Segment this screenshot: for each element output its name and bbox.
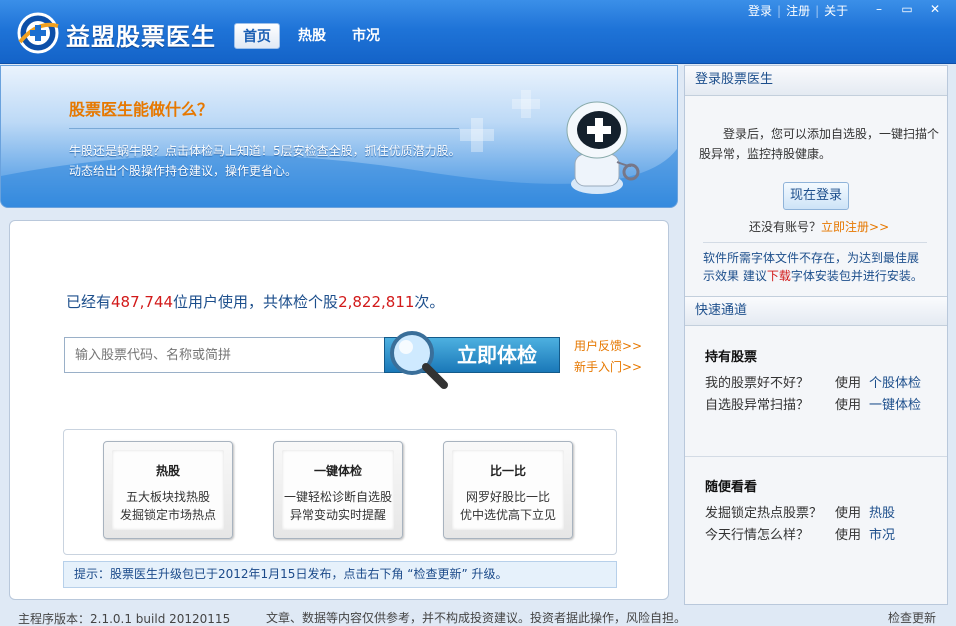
card-title: 一键体检 — [313, 464, 362, 478]
magnifier-icon — [390, 331, 448, 389]
login-now-button[interactable]: 现在登录 — [783, 182, 849, 210]
check-update-link[interactable]: 检查更新 — [888, 609, 936, 626]
quick-access-header: 快速通道 — [685, 296, 947, 326]
market-link[interactable]: 市况 — [869, 528, 895, 543]
tab-market[interactable]: 市况 — [346, 23, 386, 49]
close-button[interactable]: ✕ — [924, 2, 946, 18]
maximize-button[interactable]: ▭ — [896, 2, 918, 18]
card-desc-line1: 一键轻松诊断自选股 — [283, 490, 392, 504]
banner-divider — [69, 128, 459, 129]
banner-text-line2: 动态给出个股操作持仓建议，操作更省心。 — [69, 164, 298, 178]
quick-row: 自选股异常扫描？ 使用 一键体检 — [705, 394, 945, 413]
login-link[interactable]: 登录 — [748, 4, 772, 18]
card-desc-line2: 异常变动实时提醒 — [289, 508, 386, 522]
main-panel: 已经有487,744位用户使用，共体检个股2,822,811次。 立即体检 用户… — [9, 220, 669, 600]
login-section-header: 登录股票医生 — [685, 66, 947, 96]
intro-banner: 股票医生能做什么？ 牛股还是蜗牛股？点击体检马上知道！5层安检查全股，抓住优质潜… — [0, 65, 678, 208]
about-link[interactable]: 关于 — [824, 4, 848, 18]
right-sidebar: 登录股票医生 登录后，您可以添加自选股，一键扫描个股异常，监控持股健康。 现在登… — [684, 65, 948, 605]
newbie-guide-link[interactable]: 新手入门>> — [574, 358, 642, 375]
stats-suffix: 次。 — [414, 293, 445, 311]
card-desc-line1: 五大板块找热股 — [125, 490, 210, 504]
user-count: 487,744 — [111, 293, 174, 311]
banner-text-line1: 牛股还是蜗牛股？点击体检马上知道！5层安检查全股，抓住优质潜力股。 — [69, 144, 461, 158]
stats-middle: 位用户使用，共体检个股 — [173, 293, 339, 311]
holdings-section-title: 持有股票 — [705, 350, 758, 365]
top-links: 登录 | 注册 | 关于 — [748, 2, 848, 19]
browse-section-title: 随便看看 — [705, 480, 758, 495]
download-font-link[interactable]: 下载 — [767, 269, 791, 283]
card-desc-line1: 网罗好股比一比 — [465, 490, 550, 504]
quick-question: 自选股异常扫描？ — [705, 398, 810, 413]
card-title: 热股 — [155, 464, 180, 478]
quick-use-label: 使用 — [835, 376, 862, 391]
quick-question: 发掘锁定热点股票？ — [705, 506, 823, 521]
quick-row: 今天行情怎么样？ 使用 市况 — [705, 524, 945, 543]
upgrade-tip: 提示：股票医生升级包已于2012年1月15日发布，点击右下角 “检查更新” 升级… — [63, 561, 617, 588]
font-missing-notice: 软件所需字体文件不存在，为达到最佳展示效果 建议下载字体安装包并进行安装。 — [703, 242, 927, 285]
card-title: 比一比 — [489, 464, 526, 478]
title-bar: 益盟股票医生 首页 热股 市况 登录 | 注册 | 关于 – ▭ ✕ — [0, 0, 956, 64]
register-prompt: 还没有账号？立即注册>> — [749, 218, 889, 235]
usage-stats: 已经有487,744位用户使用，共体检个股2,822,811次。 — [66, 291, 444, 312]
tab-hot-stocks[interactable]: 热股 — [292, 23, 332, 49]
quick-question: 我的股票好不好？ — [705, 376, 810, 391]
app-window: 益盟股票医生 首页 热股 市况 登录 | 注册 | 关于 – ▭ ✕ 股票医生能做什么？… — [0, 0, 956, 626]
card-desc-line2: 优中选优高下立见 — [459, 508, 556, 522]
user-feedback-link[interactable]: 用户反馈>> — [574, 337, 642, 354]
hot-stocks-link[interactable]: 热股 — [869, 506, 895, 521]
register-now-link[interactable]: 立即注册>> — [821, 220, 889, 234]
quick-question: 今天行情怎么样？ — [705, 528, 810, 543]
no-account-text: 还没有账号？ — [749, 220, 822, 234]
card-one-key-check[interactable]: 一键体检 一键轻松诊断自选股 异常变动实时提醒 — [273, 441, 403, 539]
card-hot-stocks[interactable]: 热股 五大板块找热股 发掘锁定市场热点 — [103, 441, 233, 539]
app-title: 益盟股票医生 — [66, 23, 216, 51]
banner-title: 股票医生能做什么？ — [69, 100, 214, 119]
quick-row: 我的股票好不好？ 使用 个股体检 — [705, 372, 945, 391]
tab-home[interactable]: 首页 — [234, 23, 280, 49]
one-key-check-link[interactable]: 一键体检 — [869, 398, 921, 413]
quick-use-label: 使用 — [835, 506, 862, 521]
check-count: 2,822,811 — [338, 293, 415, 311]
quick-use-label: 使用 — [835, 528, 862, 543]
font-note-text-end: 字体安装包并进行安装。 — [790, 269, 923, 283]
card-compare[interactable]: 比一比 网罗好股比一比 优中选优高下立见 — [443, 441, 573, 539]
stock-search-input[interactable] — [64, 337, 386, 373]
divider — [685, 456, 947, 457]
version-text: 主程序版本：2.1.0.1 build 20120115 — [18, 612, 231, 626]
login-description: 登录后，您可以添加自选股，一键扫描个股异常，监控持股健康。 — [699, 127, 940, 161]
disclaimer-text: 文章、数据等内容仅供参考，并不构成投资建议。投资者据此操作，风险自担。 — [266, 611, 687, 625]
separator: | — [815, 4, 820, 18]
separator: | — [777, 4, 782, 18]
robot-doctor-icon — [566, 101, 640, 194]
register-link-top[interactable]: 注册 — [786, 4, 810, 18]
quick-use-label: 使用 — [835, 398, 862, 413]
stock-check-link[interactable]: 个股体检 — [869, 376, 921, 391]
stats-prefix: 已经有 — [66, 293, 112, 311]
quick-row: 发掘锁定热点股票？ 使用 热股 — [705, 502, 945, 521]
minimize-button[interactable]: – — [868, 2, 890, 18]
card-desc-line2: 发掘锁定市场热点 — [119, 508, 216, 522]
app-logo-icon — [17, 12, 59, 54]
